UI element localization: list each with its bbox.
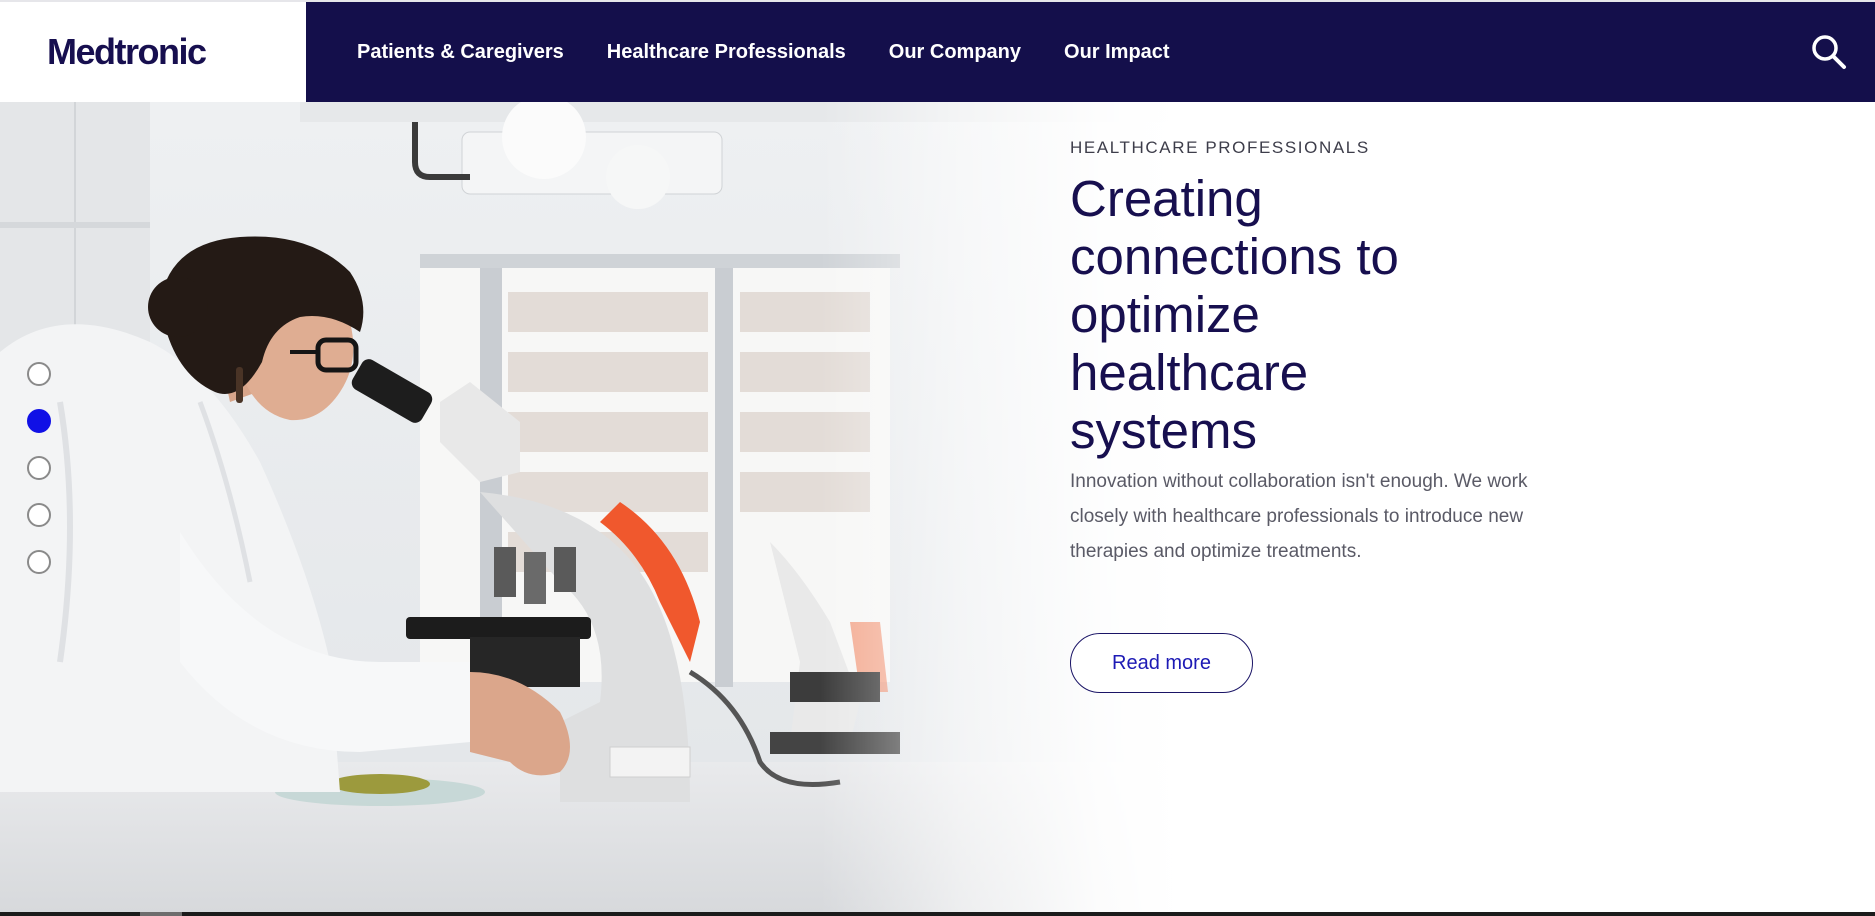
hero-content: HEALTHCARE PROFESSIONALS Creating connec…	[1070, 136, 1550, 569]
scrollbar-thumb[interactable]	[140, 912, 182, 916]
carousel-dot-4[interactable]	[27, 503, 51, 527]
nav-items: Patients & Caregivers Healthcare Profess…	[357, 41, 1213, 64]
nav-item-our-company[interactable]: Our Company	[889, 41, 1021, 64]
bottom-scrollbar[interactable]	[0, 912, 1875, 916]
carousel-dot-3[interactable]	[27, 456, 51, 480]
carousel-dot-1[interactable]	[27, 362, 51, 386]
hero-eyebrow: HEALTHCARE PROFESSIONALS	[1070, 138, 1370, 157]
hero-description: Innovation without collaboration isn't e…	[1070, 471, 1528, 562]
carousel-dot-5[interactable]	[27, 550, 51, 574]
carousel-pagination	[27, 362, 51, 597]
hero-headline: Creating connections to optimize healthc…	[1070, 170, 1399, 459]
search-button[interactable]	[1809, 32, 1849, 72]
main-navigation: Patients & Caregivers Healthcare Profess…	[306, 2, 1875, 102]
hero-carousel: HEALTHCARE PROFESSIONALS Creating connec…	[0, 102, 1875, 912]
carousel-dot-2-active[interactable]	[27, 409, 51, 433]
nav-item-patients-caregivers[interactable]: Patients & Caregivers	[357, 41, 564, 64]
read-more-button[interactable]: Read more	[1070, 633, 1253, 693]
nav-item-healthcare-professionals[interactable]: Healthcare Professionals	[607, 41, 846, 64]
logo-container[interactable]: Medtronic	[0, 2, 306, 102]
search-icon	[1812, 35, 1846, 69]
medtronic-logo[interactable]: Medtronic	[47, 31, 207, 73]
hero-gradient-overlay	[0, 102, 1875, 912]
nav-item-our-impact[interactable]: Our Impact	[1064, 41, 1170, 64]
